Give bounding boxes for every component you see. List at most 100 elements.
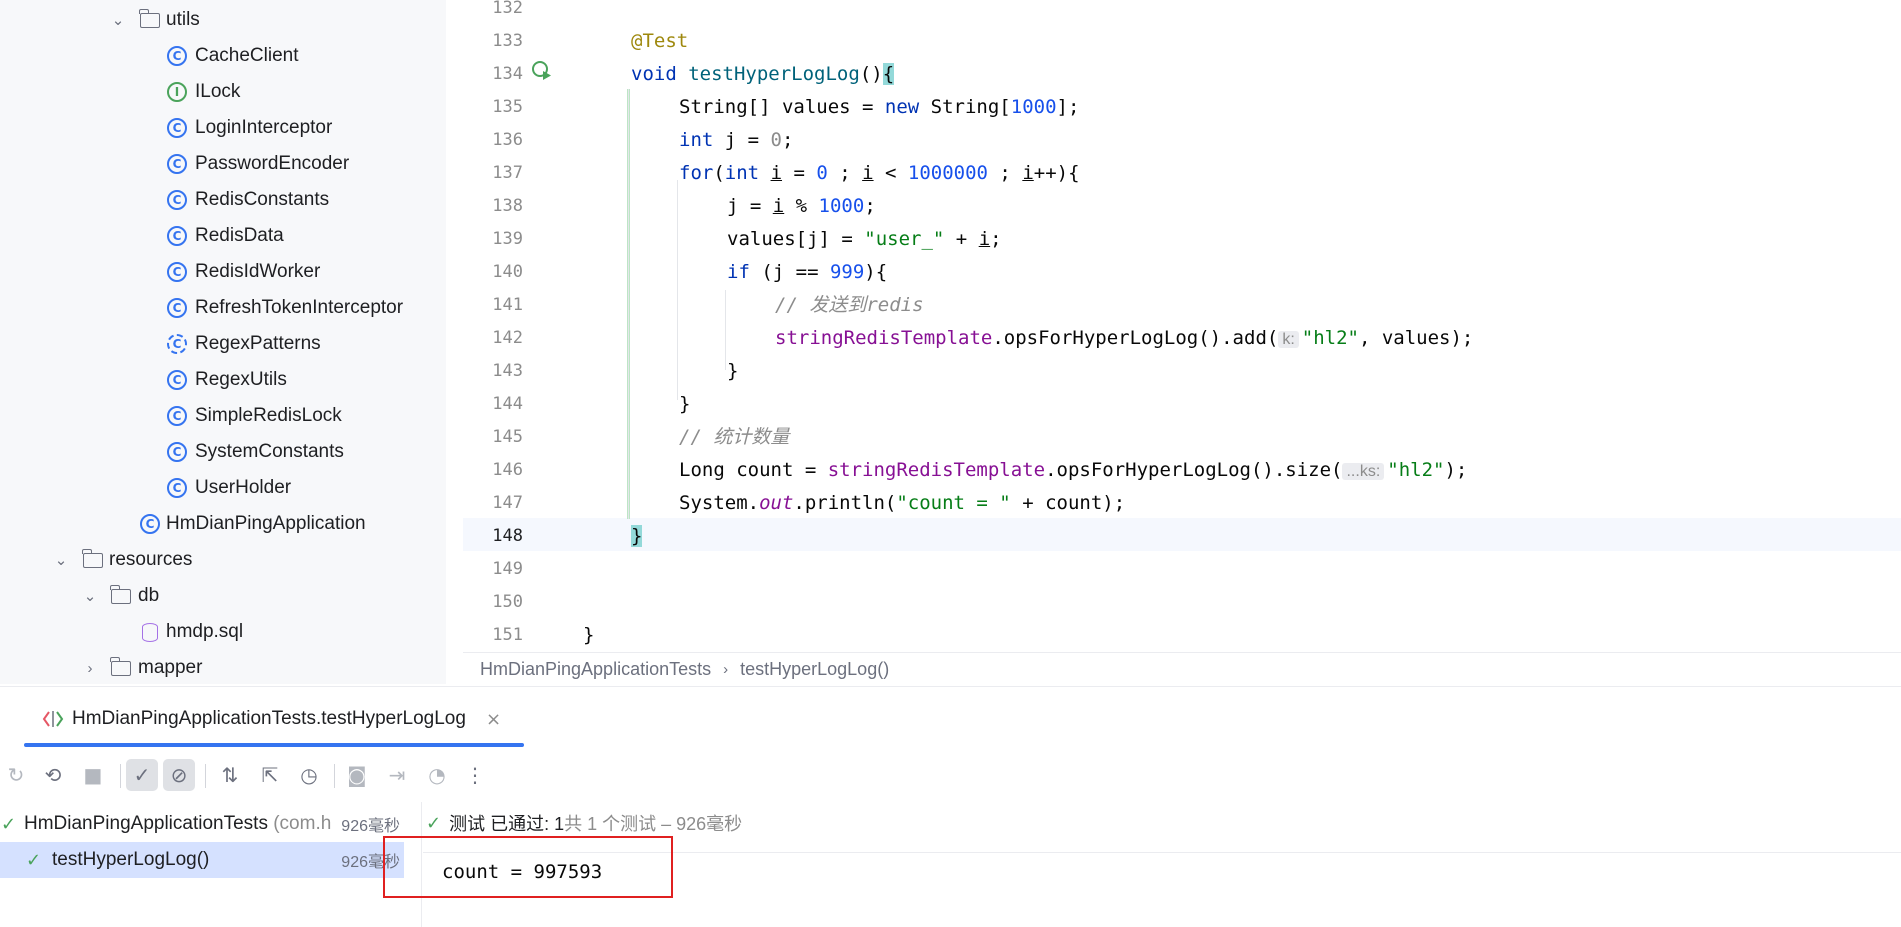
show-passed-icon[interactable]: ✓: [126, 759, 158, 791]
test-suite-package: (com.h: [267, 813, 332, 834]
tree-item-regexutils[interactable]: C RegexUtils: [0, 362, 446, 398]
reassigned-variable: i: [1022, 162, 1034, 184]
tree-item-hmdianpingapplication[interactable]: C HmDianPingApplication: [0, 506, 446, 542]
tree-item-hmdp-sql[interactable]: hmdp.sql: [0, 614, 446, 650]
camera-icon[interactable]: ◙: [341, 759, 373, 791]
tree-item-ilock[interactable]: I ILock: [0, 74, 446, 110]
code-text: );: [1444, 459, 1468, 481]
matched-brace: }: [631, 525, 643, 547]
line-number: 142: [492, 328, 523, 348]
breadcrumb: HmDianPingApplicationTests › testHyperLo…: [463, 652, 1901, 686]
resources-folder-icon: [82, 548, 104, 571]
tree-item-redisdata[interactable]: C RedisData: [0, 218, 446, 254]
static-field-reference: out: [759, 492, 794, 514]
chevron-down-icon[interactable]: ⌄: [80, 587, 100, 605]
code-line-142: stringRedisTemplate.opsForHyperLogLog().…: [775, 322, 1473, 355]
tree-item-logininterceptor[interactable]: C LoginInterceptor: [0, 110, 446, 146]
code-line-140: if (j == 999){: [727, 256, 887, 289]
line-number-current: 148: [492, 526, 523, 546]
coverage-icon[interactable]: ◔: [421, 759, 453, 791]
rerun-failed-icon[interactable]: ⟲: [37, 759, 69, 791]
reassigned-variable: i: [770, 162, 783, 184]
tree-item-redisidworker[interactable]: C RedisIdWorker: [0, 254, 446, 290]
rerun-icon[interactable]: ↻: [0, 759, 32, 791]
method-name: testHyperLogLog: [688, 63, 860, 85]
active-tab-indicator: [24, 743, 524, 747]
tree-item-passwordencoder[interactable]: C PasswordEncoder: [0, 146, 446, 182]
parameter-hint: k:: [1278, 331, 1299, 348]
code-text: }: [583, 624, 595, 646]
annotation-highlight-box: [383, 836, 673, 898]
tree-item-userholder[interactable]: C UserHolder: [0, 470, 446, 506]
more-options-icon[interactable]: ⋮: [459, 759, 491, 791]
code-text: , values);: [1358, 327, 1474, 349]
history-icon[interactable]: ◷: [293, 759, 325, 791]
database-file-icon: [139, 621, 161, 643]
code-text: .opsForHyperLogLog().add(: [992, 327, 1279, 349]
class-icon: C: [166, 225, 188, 247]
line-number: 135: [492, 97, 523, 117]
close-icon[interactable]: ×: [486, 709, 501, 730]
code-line-147: System.out.println("count = " + count);: [679, 487, 1125, 520]
code-line-139: values[j] = "user_" + i;: [727, 223, 1002, 256]
line-number: 137: [492, 163, 523, 183]
keyword: void: [631, 63, 677, 85]
indent-guide: [725, 290, 726, 370]
class-icon: C: [166, 477, 188, 499]
breadcrumb-method[interactable]: testHyperLogLog(): [740, 659, 889, 680]
code-text: ];: [1056, 96, 1080, 118]
tree-item-db[interactable]: ⌄ db: [0, 578, 446, 614]
line-number: 136: [492, 130, 523, 150]
class-icon: C: [166, 117, 188, 139]
code-text: Long count =: [679, 459, 828, 481]
indent-guide: [628, 89, 629, 519]
collapse-all-icon[interactable]: ⇱: [254, 759, 286, 791]
string-literal: "hl2": [1301, 327, 1359, 349]
test-suite-row[interactable]: ✓ HmDianPingApplicationTests (com.h 926毫…: [0, 806, 404, 842]
line-number: 141: [492, 295, 523, 315]
tree-item-resources[interactable]: ⌄ resources: [0, 542, 446, 578]
folder-icon: [110, 656, 132, 679]
breadcrumb-class[interactable]: HmDianPingApplicationTests: [480, 659, 711, 680]
import-icon[interactable]: ⇥: [381, 759, 413, 791]
class-icon: C: [166, 45, 188, 67]
test-case-name: testHyperLogLog(): [52, 849, 210, 870]
line-number: 139: [492, 229, 523, 249]
stop-icon[interactable]: ■: [77, 759, 109, 791]
code-text: .opsForHyperLogLog().size(: [1045, 459, 1343, 481]
tree-item-cacheclient[interactable]: C CacheClient: [0, 38, 446, 74]
number-literal: 0: [770, 129, 782, 151]
show-ignored-icon[interactable]: ⊘: [163, 759, 195, 791]
tree-item-label: mapper: [138, 657, 203, 678]
tree-item-systemconstants[interactable]: C SystemConstants: [0, 434, 446, 470]
chevron-down-icon[interactable]: ⌄: [108, 11, 128, 29]
project-tree-panel: ⌄ utils C CacheClient I ILock C LoginInt…: [0, 0, 446, 684]
chevron-down-icon[interactable]: ⌄: [51, 551, 71, 569]
tree-item-label: PasswordEncoder: [195, 153, 350, 174]
tree-item-redisconstants[interactable]: C RedisConstants: [0, 182, 446, 218]
run-test-icon[interactable]: [531, 60, 553, 82]
code-text: (: [713, 162, 725, 184]
line-number: 145: [492, 427, 523, 447]
tree-item-regexpatterns[interactable]: C RegexPatterns: [0, 326, 446, 362]
passed-check-icon: ✓: [1, 813, 17, 835]
tree-item-refreshtokeninterceptor[interactable]: C RefreshTokenInterceptor: [0, 290, 446, 326]
line-number: 151: [492, 625, 523, 645]
code-text: ;: [781, 129, 794, 151]
code-text: }: [727, 360, 739, 382]
test-results-tree: ✓ HmDianPingApplicationTests (com.h 926毫…: [0, 802, 422, 927]
tree-item-utils[interactable]: ⌄ utils: [0, 2, 446, 38]
tree-item-simpleredislock[interactable]: C SimpleRedisLock: [0, 398, 446, 434]
code-line-138: j = i % 1000;: [727, 190, 876, 223]
tree-item-mapper[interactable]: › mapper: [0, 650, 446, 684]
chevron-right-icon[interactable]: ›: [80, 660, 100, 677]
test-case-row[interactable]: ✓ testHyperLogLog() 926毫秒: [0, 842, 404, 878]
chevron-right-icon: ›: [723, 661, 729, 678]
sort-icon[interactable]: ⇅: [214, 759, 246, 791]
code-text: .println(: [793, 492, 897, 514]
string-literal: "user_": [864, 228, 945, 250]
code-text: <: [873, 162, 908, 184]
run-tab[interactable]: HmDianPingApplicationTests.testHyperLogL…: [24, 694, 501, 744]
number-literal: 1000: [1010, 96, 1057, 118]
toolbar-separator: [205, 764, 206, 788]
